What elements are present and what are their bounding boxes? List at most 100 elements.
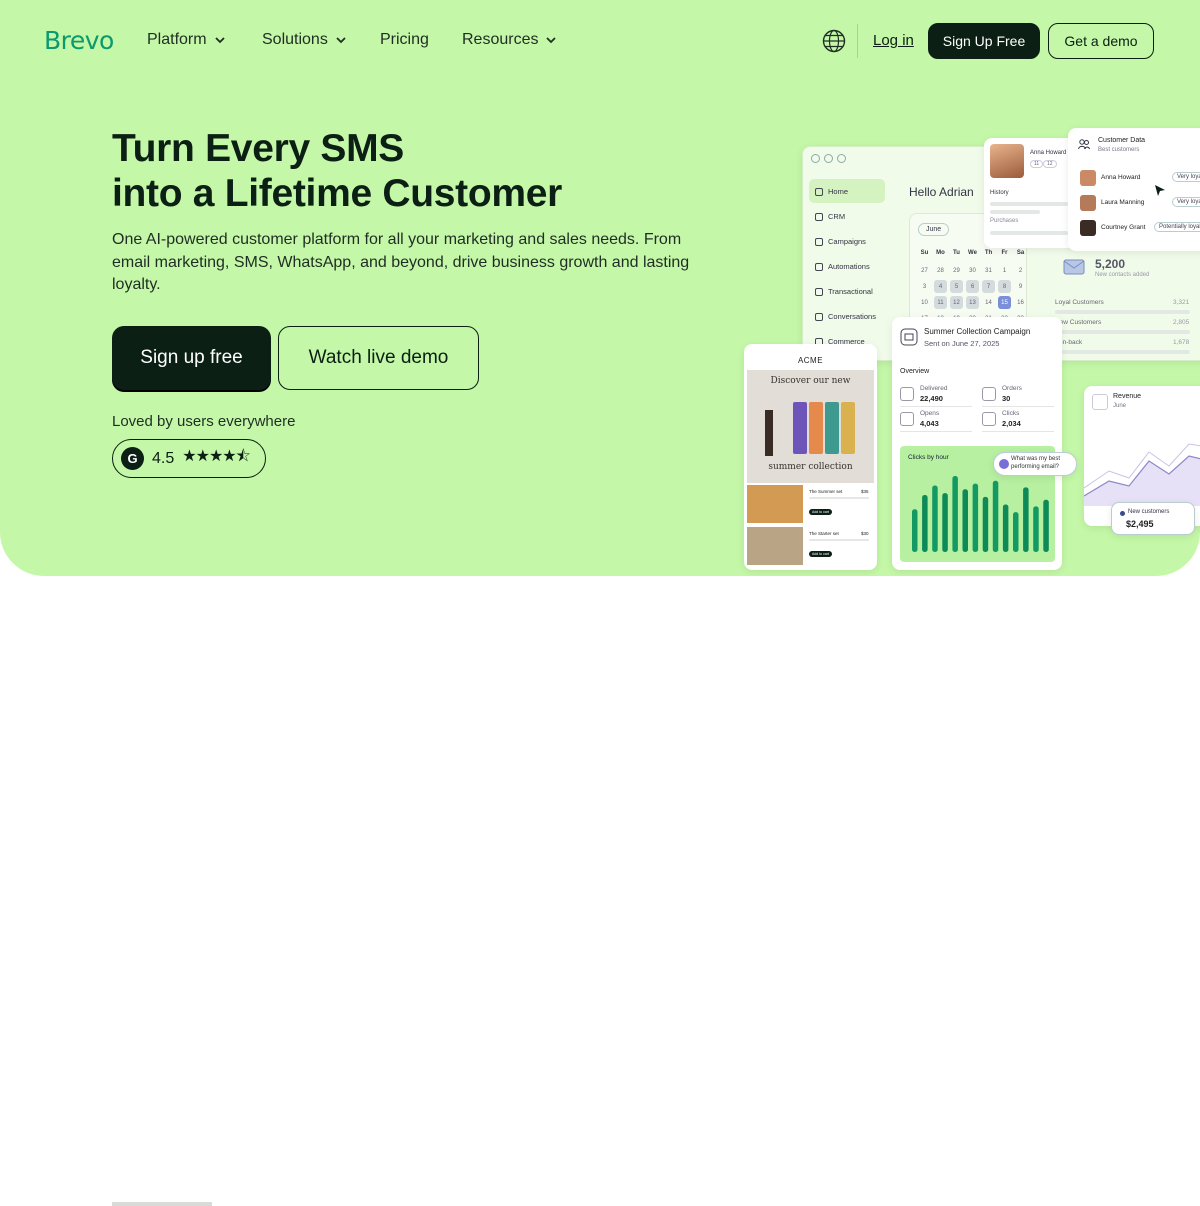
calendar-date[interactable]: 14	[982, 296, 995, 309]
email-footer-text: summer collection	[768, 462, 853, 472]
add-to-cart-button[interactable]: Add to cart	[809, 551, 832, 557]
product-image	[747, 527, 803, 565]
hero-title-line2: into a Lifetime Customer	[112, 172, 563, 215]
customer-name[interactable]: Anna Howard	[1101, 174, 1140, 181]
calendar-date[interactable]: 31	[982, 264, 995, 277]
brevo-logo[interactable]: Brevo	[44, 26, 114, 55]
product-tube	[841, 402, 855, 454]
calendar-date[interactable]: 28	[934, 264, 947, 277]
stat-label: Clicks	[1002, 410, 1020, 417]
sidebar-item-campaigns[interactable]: Campaigns	[815, 237, 866, 246]
sidebar-item-transactional[interactable]: Transactional	[815, 287, 873, 296]
product-price: $30	[861, 531, 869, 536]
clicks-bar	[1013, 512, 1019, 552]
g2-rating-badge[interactable]: G 4.5 ★★★★⯪	[112, 439, 266, 478]
nav-pricing-label: Pricing	[380, 31, 429, 48]
overview-label: Overview	[900, 368, 930, 375]
nav-solutions[interactable]: Solutions	[262, 31, 347, 49]
purchases-label: Purchases	[990, 218, 1019, 224]
campaign-icon	[900, 328, 918, 346]
segment-value: 1,678	[1173, 339, 1190, 346]
login-link[interactable]: Log in	[873, 32, 914, 49]
profile-stat: 11	[1030, 160, 1044, 168]
calendar-date[interactable]: 4	[934, 280, 947, 293]
calendar-date[interactable]: 7	[982, 280, 995, 293]
ai-prompt-bubble[interactable]: What was my best performing email?	[993, 452, 1077, 476]
hero-title-line1: Turn Every SMS	[112, 127, 404, 170]
sidebar-label: CRM	[828, 212, 846, 221]
contacts-widget: 5,200 New contacts added Loyal Customers…	[1055, 257, 1200, 357]
calendar-date[interactable]: 12	[950, 296, 963, 309]
nav-pricing[interactable]: Pricing	[380, 31, 429, 49]
calendar-date[interactable]: 27	[918, 264, 931, 277]
nav-solutions-label: Solutions	[262, 31, 328, 48]
watch-demo-button[interactable]: Watch live demo	[278, 326, 479, 390]
calendar-date[interactable]: 5	[950, 280, 963, 293]
sidebar-item-automations[interactable]: Automations	[815, 262, 870, 271]
history-label: History	[990, 190, 1009, 196]
product-price: $35	[861, 489, 869, 494]
logo-strip-partial	[112, 1202, 212, 1206]
nav-divider	[857, 24, 858, 58]
nav-platform[interactable]: Platform	[147, 31, 226, 49]
customer-tag: Very loyal	[1172, 172, 1200, 182]
sidebar-label: Transactional	[828, 287, 873, 296]
hero-section: Brevo Platform Solutions Pricing Resourc…	[0, 0, 1200, 576]
legend-dot	[1120, 511, 1125, 516]
stat-divider	[900, 431, 972, 432]
calendar-date[interactable]: 9	[1014, 280, 1027, 293]
calendar-date[interactable]: 13	[966, 296, 979, 309]
calendar-date[interactable]: 6	[966, 280, 979, 293]
clicks-bar	[1023, 487, 1029, 552]
clicks-bar	[1002, 504, 1009, 552]
new-customers-value: $2,495	[1126, 519, 1154, 529]
globe-icon[interactable]	[822, 29, 846, 53]
mail-icon	[1063, 259, 1085, 275]
campaign-card: Summer Collection Campaign Sent on June …	[892, 317, 1062, 570]
customer-name[interactable]: Laura Manning	[1101, 199, 1144, 206]
calendar-date[interactable]: 8	[998, 280, 1011, 293]
email-hero-image: Discover our new summer collection	[747, 370, 874, 483]
cursor-icon	[1155, 185, 1165, 196]
get-demo-button[interactable]: Get a demo	[1048, 23, 1154, 59]
calendar-date[interactable]: 2	[1014, 264, 1027, 277]
customer-tag: Very loyal	[1172, 197, 1200, 207]
stat-label: Orders	[1002, 385, 1022, 392]
placeholder-bar	[809, 539, 869, 541]
calendar-date[interactable]: 29	[950, 264, 963, 277]
calendar-month[interactable]: June	[918, 223, 950, 236]
customer-name[interactable]: Courtney Grant	[1101, 224, 1145, 231]
signup-free-button[interactable]: Sign up free	[112, 326, 271, 390]
g2-logo-icon: G	[121, 447, 144, 470]
sidebar-item-conversations[interactable]: Conversations	[815, 312, 876, 321]
logo-strip	[0, 576, 1200, 1206]
calendar-date[interactable]: 16	[1014, 296, 1027, 309]
calendar-day-header: Tu	[953, 249, 960, 256]
customer-avatar	[1080, 195, 1096, 211]
sidebar-label: Conversations	[828, 312, 876, 321]
new-customers-tooltip: New customers $2,495	[1111, 502, 1195, 535]
hero-title: Turn Every SMS into a Lifetime Customer	[112, 126, 672, 216]
profile-stat: 12	[1043, 160, 1057, 168]
calendar-date[interactable]: 1	[998, 264, 1011, 277]
customer-avatar	[1080, 170, 1096, 186]
signup-button-top[interactable]: Sign Up Free	[928, 23, 1040, 59]
calendar-date[interactable]: 3	[918, 280, 931, 293]
nav-resources[interactable]: Resources	[462, 31, 557, 49]
clicks-bar	[912, 509, 918, 552]
calendar-date[interactable]: 30	[966, 264, 979, 277]
transactional-icon	[815, 287, 823, 296]
customer-data-title: Customer Data	[1098, 137, 1146, 144]
calendar-date[interactable]: 11	[934, 296, 947, 309]
profile-avatar	[990, 144, 1024, 178]
campaign-title: Summer Collection Campaign	[924, 327, 1031, 336]
sidebar-item-crm[interactable]: CRM	[815, 212, 845, 221]
stat-value: 4,043	[920, 419, 939, 428]
calendar-date[interactable]: 15	[998, 296, 1011, 309]
placeholder-bar	[990, 231, 1068, 235]
sidebar-item-home[interactable]: Home	[815, 187, 848, 196]
clicks-bar	[932, 485, 938, 552]
calendar-date[interactable]: 10	[918, 296, 931, 309]
chevron-down-icon	[214, 37, 225, 44]
add-to-cart-button[interactable]: Add to cart	[809, 509, 832, 515]
